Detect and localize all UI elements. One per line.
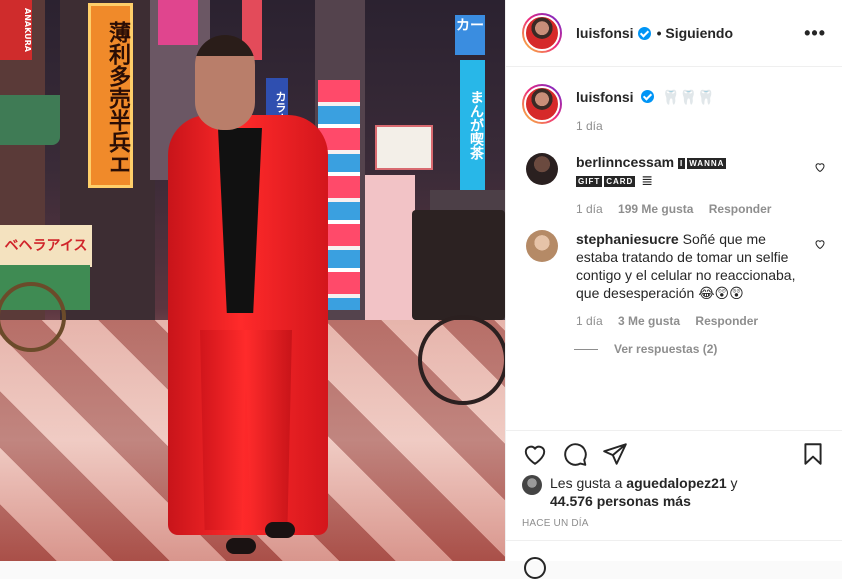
caption-emoji: 🦷🦷🦷 — [662, 90, 715, 106]
following-button[interactable]: • Siguiendo — [657, 25, 733, 41]
comment-item: stephaniesucre Soñé que me estaba tratan… — [522, 230, 826, 330]
comment-boxed-word: I — [677, 158, 686, 169]
comment-like-heart-icon[interactable] — [814, 161, 826, 173]
post-photo[interactable]: ANAKURA 薄利多売半兵エ カラオ カー まんが喫茶 ベヘラアイス — [0, 0, 505, 561]
likes-connector: y — [726, 475, 738, 491]
comment-meta: 1 día 3 Me gusta Responder — [576, 312, 804, 330]
post-actions — [506, 430, 842, 476]
view-replies-label: Ver respuestas (2) — [614, 342, 718, 356]
person-head — [195, 35, 255, 130]
sign-top-left: ANAKURA — [0, 0, 32, 60]
likes-summary: Les gusta a aguedalopez21 y 44.576 perso… — [522, 474, 826, 510]
bookmark-icon[interactable] — [800, 441, 826, 467]
comment-likes[interactable]: 199 Me gusta — [618, 202, 693, 216]
caption-time[interactable]: 1 día — [576, 119, 603, 133]
caption: luisfonsi 🦷🦷🦷 1 día — [522, 84, 826, 135]
ice-cream-sign: ベヘラアイス — [0, 225, 92, 267]
reply-button[interactable]: Responder — [695, 314, 758, 328]
liker-username[interactable]: aguedalopez21 — [626, 475, 726, 491]
commenter-avatar[interactable] — [526, 230, 558, 262]
author-username[interactable]: luisfonsi — [576, 25, 634, 41]
commenter-avatar[interactable] — [526, 153, 558, 185]
share-paper-plane-icon[interactable] — [602, 441, 628, 467]
manga-sign: まんが喫茶 — [460, 60, 485, 190]
pink-sign — [158, 0, 198, 45]
comment-username[interactable]: berlinncessam — [576, 154, 674, 170]
likes-count[interactable]: 44.576 personas más — [550, 493, 691, 509]
comment-boxed-word: WANNA — [687, 158, 727, 169]
caption-meta: 1 día — [576, 117, 804, 135]
post-header: luisfonsi • Siguiendo ••• — [506, 0, 842, 67]
comment-bubble-icon[interactable] — [562, 441, 588, 467]
like-heart-icon[interactable] — [522, 441, 548, 467]
comment-boxed-word: GIFT — [576, 176, 603, 187]
author-avatar[interactable] — [522, 13, 562, 53]
caption-avatar[interactable] — [522, 84, 562, 124]
post-side-panel: luisfonsi • Siguiendo ••• luisfonsi 🦷🦷🦷 — [505, 0, 842, 579]
liker-avatar[interactable] — [522, 475, 542, 495]
emoji-picker-icon[interactable] — [524, 557, 546, 579]
comment-username[interactable]: stephaniesucre — [576, 231, 679, 247]
replies-divider — [574, 348, 598, 350]
add-comment-bar — [506, 540, 842, 579]
more-options-icon[interactable]: ••• — [804, 23, 826, 44]
comment-like-heart-icon[interactable] — [814, 238, 826, 250]
comments-section: luisfonsi 🦷🦷🦷 1 día berlinncessam I WANNA — [506, 68, 842, 430]
building-pink — [365, 175, 415, 325]
rickshaw-body — [412, 210, 505, 320]
neon-vertical-sign: 薄利多売半兵エ — [88, 3, 133, 188]
verified-badge-icon — [641, 90, 655, 103]
view-replies-button[interactable]: Ver respuestas (2) — [574, 342, 826, 356]
comment-time[interactable]: 1 día — [576, 202, 603, 216]
comment-item: berlinncessam I WANNA GIFT CARD ≣ 1 día 19… — [522, 153, 826, 218]
caption-username[interactable]: luisfonsi — [576, 89, 634, 105]
comment-time[interactable]: 1 día — [576, 314, 603, 328]
comment-meta: 1 día 199 Me gusta Responder — [576, 200, 804, 218]
white-sign — [375, 125, 433, 170]
post-timestamp[interactable]: HACE UN DÍA — [522, 518, 589, 529]
comment-boxed-word: CARD — [604, 176, 636, 187]
instagram-post: ANAKURA 薄利多売半兵エ カラオ カー まんが喫茶 ベヘラアイス luis… — [0, 0, 842, 579]
green-awning — [0, 95, 60, 145]
comment-emoji: ≣ — [641, 173, 653, 189]
comment-likes[interactable]: 3 Me gusta — [618, 314, 680, 328]
shoe-left — [226, 538, 256, 554]
card-sign: カー — [455, 15, 485, 55]
reply-button[interactable]: Responder — [709, 202, 772, 216]
verified-badge-icon — [637, 26, 651, 40]
shoe-right — [265, 522, 295, 538]
rickshaw-wheel — [418, 315, 505, 405]
likes-prefix: Les gusta a — [550, 475, 627, 491]
